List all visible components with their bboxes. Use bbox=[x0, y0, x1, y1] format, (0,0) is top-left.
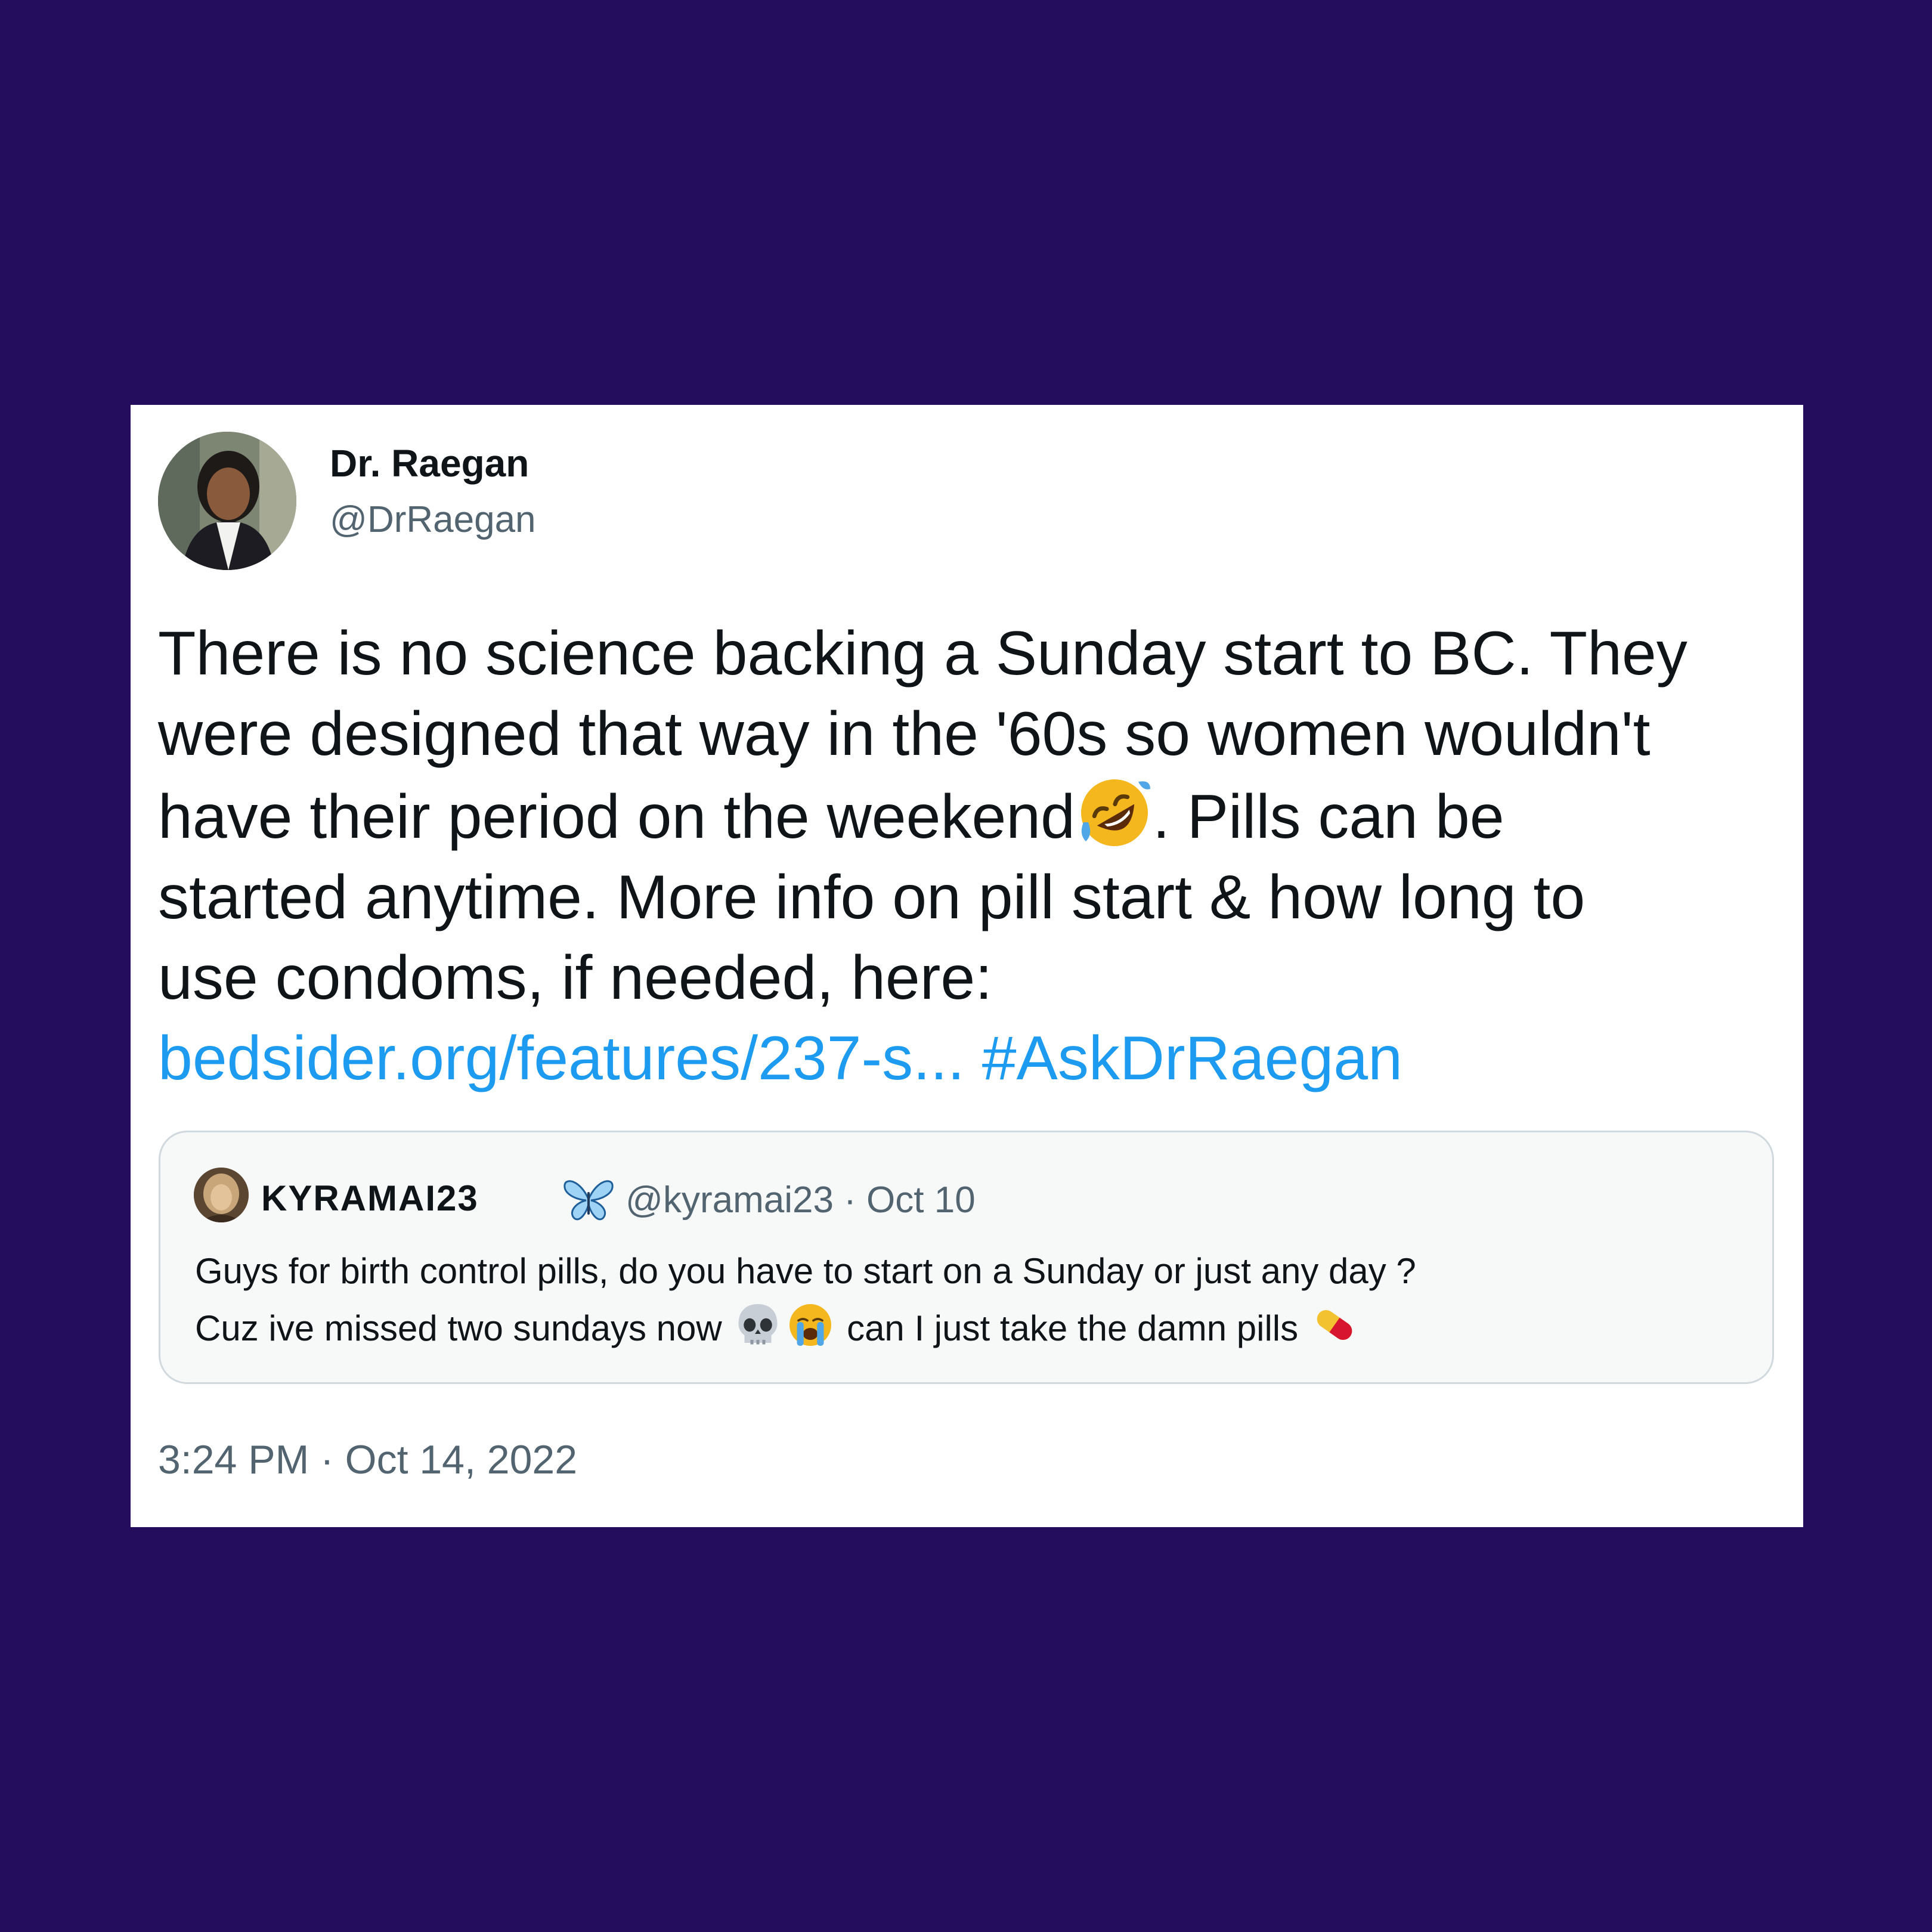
quoted-author-name[interactable]: KYRAMAI23 bbox=[261, 1181, 479, 1216]
profile-photo-icon bbox=[194, 1168, 249, 1222]
tweet-text: There is no science backing a Sunday sta… bbox=[158, 614, 1780, 1099]
tweet-text-line: There is no science backing a Sunday sta… bbox=[158, 619, 1688, 688]
author-display-name[interactable]: Dr. Raegan bbox=[330, 444, 529, 482]
profile-photo-icon bbox=[158, 432, 296, 570]
tweet-text-line: started anytime. More info on pill start… bbox=[158, 863, 1586, 932]
quoted-text-line: Guys for birth control pills, do you hav… bbox=[195, 1251, 1416, 1291]
quoted-tweet[interactable]: KYRAMAI23 @kyramai23 · Oct 10 Guys for b… bbox=[159, 1131, 1774, 1384]
quoted-tweet-text: Guys for birth control pills, do you hav… bbox=[195, 1243, 1416, 1357]
quoted-author-avatar[interactable] bbox=[194, 1168, 249, 1222]
quoted-text-segment: can I just take the damn pills bbox=[847, 1308, 1299, 1348]
tweet-text-segment: . Pills can be bbox=[1152, 782, 1504, 852]
crying-face-icon bbox=[789, 1304, 832, 1346]
author-handle[interactable]: @DrRaegan bbox=[330, 501, 536, 538]
rolling-on-floor-laughing-icon bbox=[1080, 779, 1150, 846]
tweet-link-line: bedsider.org/features/237-s... #AskDrRae… bbox=[158, 1018, 1780, 1099]
author-avatar[interactable] bbox=[158, 432, 296, 570]
quoted-handle-date[interactable]: @kyramai23 · Oct 10 bbox=[626, 1182, 976, 1219]
quoted-text-segment: Cuz ive missed two sundays now bbox=[195, 1308, 722, 1348]
tweet-text-line: use condoms, if needed, here: bbox=[158, 943, 993, 1013]
hashtag-link[interactable]: #AskDrRaegan bbox=[982, 1024, 1402, 1093]
tweet-card[interactable]: Dr. Raegan @DrRaegan There is no science… bbox=[131, 405, 1803, 1527]
skull-icon bbox=[738, 1304, 778, 1345]
tweet-text-segment: have their period on the weekend bbox=[158, 782, 1075, 852]
pill-icon bbox=[1317, 1309, 1352, 1340]
bedsider-link[interactable]: bedsider.org/features/237-s... bbox=[158, 1024, 965, 1093]
tweet-timestamp[interactable]: 3:24 PM · Oct 14, 2022 bbox=[158, 1439, 577, 1480]
butterfly-icon bbox=[564, 1180, 614, 1221]
tweet-text-line: were designed that way in the '60s so wo… bbox=[158, 699, 1651, 769]
quoted-text-line: Cuz ive missed two sundays now can I jus… bbox=[195, 1300, 1416, 1357]
tweet-text-line: have their period on the weekend . Pills… bbox=[158, 775, 1780, 857]
